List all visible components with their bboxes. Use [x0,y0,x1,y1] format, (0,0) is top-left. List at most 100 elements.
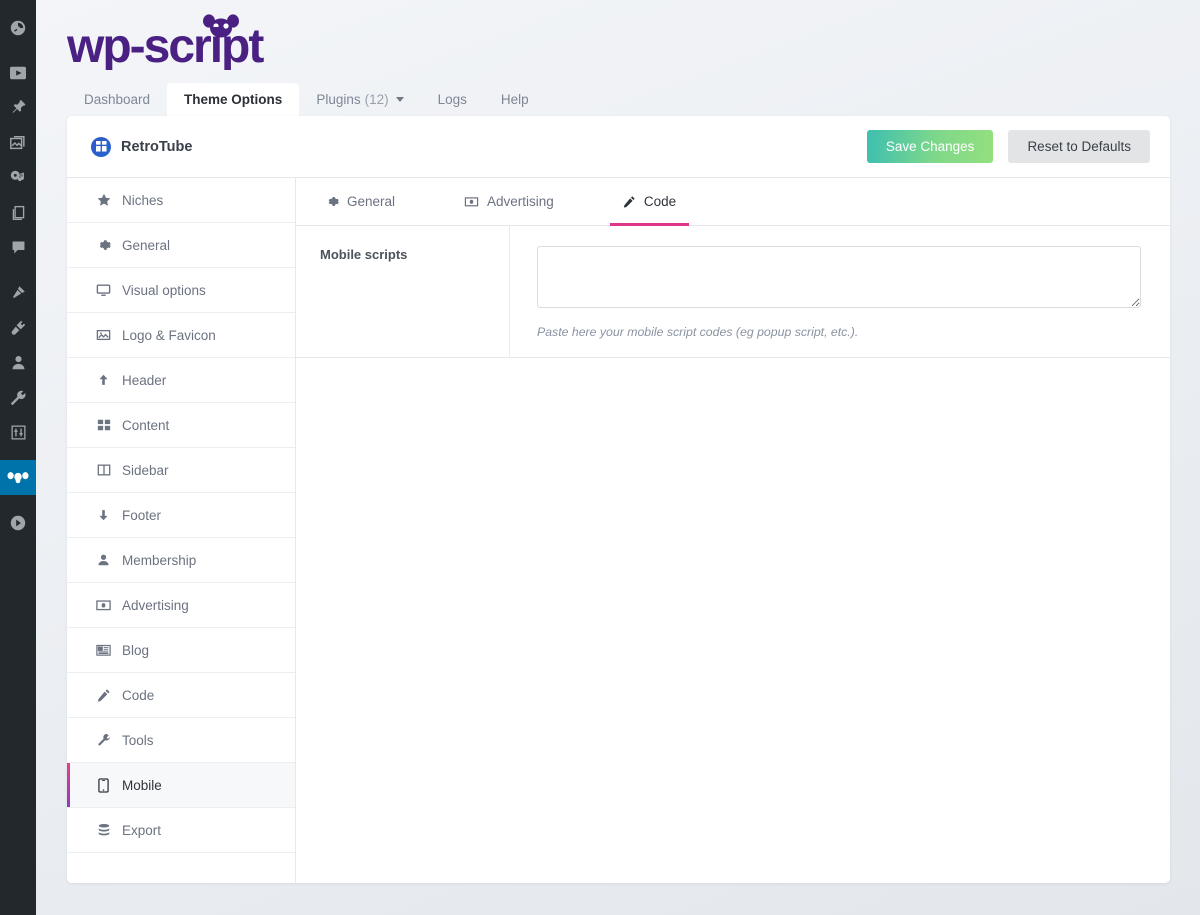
pencil-icon [94,688,113,702]
wp-menu-tools[interactable] [0,380,36,415]
wp-menu-appearance[interactable] [0,275,36,310]
mobile-scripts-textarea[interactable] [537,246,1141,308]
nav-item-label: Footer [122,507,162,523]
nav-item-membership[interactable]: Membership [67,538,295,583]
nav-item-advertising[interactable]: Advertising [67,583,295,628]
theme-grid-icon [91,136,111,157]
nav-item-label: Code [122,687,155,703]
wp-menu-player[interactable] [0,505,36,540]
theme-options-content: General Advertising Code Mobile scripts [296,178,1170,883]
subtab-general[interactable]: General [313,178,408,225]
plugins-icon [9,319,27,337]
subtab-code[interactable]: Code [609,178,690,226]
comments-icon [10,239,27,256]
tab-theme-options[interactable]: Theme Options [167,83,300,116]
star-icon [94,193,113,207]
nav-item-blog[interactable]: Blog [67,628,295,673]
tab-help[interactable]: Help [484,83,546,116]
nav-item-label: Header [122,372,167,388]
nav-item-sidebar[interactable]: Sidebar [67,448,295,493]
image-icon [94,328,113,342]
gear-icon [94,238,113,252]
theme-name: RetroTube [121,138,193,155]
nav-tail-spacer [67,853,295,883]
user-icon [94,553,113,567]
nav-item-code[interactable]: Code [67,673,295,718]
wp-menu-settings[interactable] [0,415,36,450]
nav-item-label: Advertising [122,597,189,613]
nav-item-content[interactable]: Content [67,403,295,448]
nav-item-mobile[interactable]: Mobile [67,763,295,808]
wp-menu-users[interactable] [0,345,36,380]
phone-icon [94,777,113,793]
wp-menu-music[interactable] [0,160,36,195]
save-changes-button[interactable]: Save Changes [866,130,994,163]
tab-dashboard[interactable]: Dashboard [67,83,167,116]
tab-help-label: Help [500,92,529,107]
columns-icon [94,463,113,477]
nav-item-label: Tools [122,732,154,748]
wp-menu-pages[interactable] [0,195,36,230]
pencil-icon [623,195,636,208]
media-icon [9,134,27,152]
gear-icon [326,195,339,208]
monitor-icon [94,283,113,297]
tab-plugins[interactable]: Plugins (12) [299,83,420,116]
wp-script-panda-icon [6,471,30,485]
panel-header: RetroTube Save Changes Reset to Defaults [67,116,1170,178]
wp-menu-posts[interactable] [0,90,36,125]
nav-item-general[interactable]: General [67,223,295,268]
nav-item-niches[interactable]: Niches [67,178,295,223]
svg-text:wp-script: wp-script [67,20,264,70]
theme-options-nav[interactable]: Niches General Visual options Logo & Fav… [67,178,296,883]
mobile-scripts-field-row: Mobile scripts Paste here your mobile sc… [296,226,1170,358]
sub-tab-bar[interactable]: General Advertising Code [296,178,1170,226]
reset-to-defaults-button[interactable]: Reset to Defaults [1008,130,1150,163]
mobile-scripts-label: Mobile scripts [320,247,408,262]
settings-icon [10,424,27,441]
wrench-icon [94,733,113,747]
nav-item-label: Mobile [122,777,162,793]
nav-item-export[interactable]: Export [67,808,295,853]
nav-item-label: Logo & Favicon [122,327,216,343]
nav-item-footer[interactable]: Footer [67,493,295,538]
tab-dashboard-label: Dashboard [84,92,151,107]
pin-icon [10,99,27,116]
wp-menu-dashboard[interactable] [0,10,36,45]
field-input-column: Paste here your mobile script codes (eg … [510,226,1170,357]
grid-icon [94,418,113,432]
videos-icon [9,65,27,81]
wp-menu-wp-script[interactable] [0,460,36,495]
nav-item-label: Content [122,417,170,433]
nav-item-tools[interactable]: Tools [67,718,295,763]
arrow-down-icon [94,508,113,522]
subtab-advertising[interactable]: Advertising [451,178,567,225]
chevron-down-icon[interactable] [395,97,404,102]
subtab-label: Advertising [487,194,554,209]
nav-item-visual-options[interactable]: Visual options [67,268,295,313]
music-icon [9,169,27,187]
dashboard-icon [9,19,27,37]
users-icon [10,354,27,371]
nav-item-logo-favicon[interactable]: Logo & Favicon [67,313,295,358]
wp-script-logo[interactable]: wp-script [67,12,307,70]
tools-icon [9,389,27,407]
panel-header-actions: Save Changes Reset to Defaults [866,130,1150,163]
tab-plugins-count: (12) [364,92,389,107]
database-icon [94,823,113,838]
appearance-icon [9,284,27,302]
nav-item-label: Blog [122,642,150,658]
top-tab-bar[interactable]: Dashboard Theme Options Plugins (12) Log… [67,83,546,116]
tab-logs[interactable]: Logs [421,83,484,116]
wp-menu-videos[interactable] [0,55,36,90]
panel-body: Niches General Visual options Logo & Fav… [67,178,1170,883]
wp-menu-comments[interactable] [0,230,36,265]
arrow-up-icon [94,373,113,387]
tab-plugins-label: Plugins [316,92,361,107]
nav-item-header[interactable]: Header [67,358,295,403]
tab-logs-label: Logs [437,92,467,107]
wp-menu-plugins[interactable] [0,310,36,345]
wp-admin-sidebar[interactable] [0,0,36,915]
wp-menu-media[interactable] [0,125,36,160]
player-icon [9,514,27,532]
